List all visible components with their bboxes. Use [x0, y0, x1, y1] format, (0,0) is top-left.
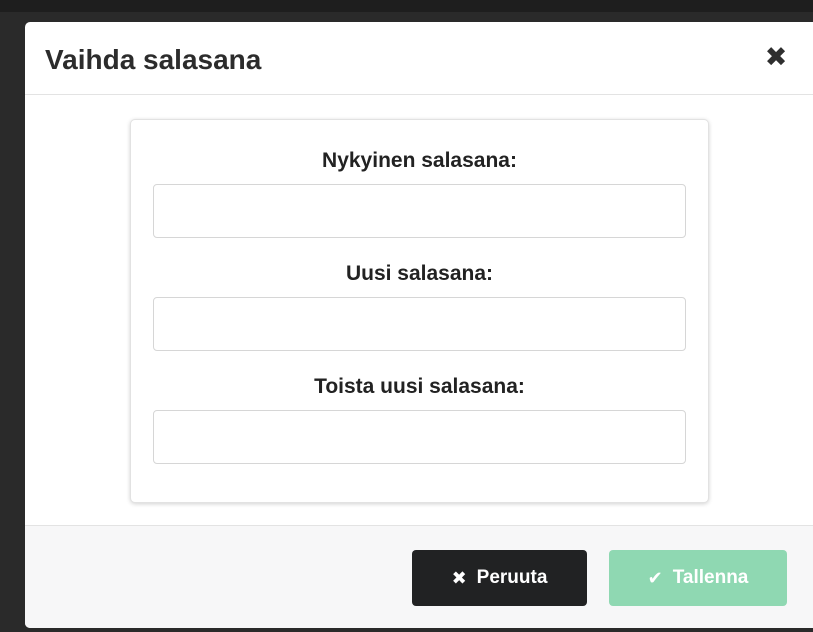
repeat-password-input[interactable] [153, 410, 686, 464]
modal-body: Nykyinen salasana: Uusi salasana: Toista… [25, 95, 813, 525]
new-password-label: Uusi salasana: [345, 262, 494, 285]
current-password-input[interactable] [153, 184, 686, 238]
modal-title: Vaihda salasana [45, 44, 262, 75]
modal-header: Vaihda salasana ✖ [25, 22, 813, 95]
close-button[interactable]: ✖ [761, 42, 791, 74]
cancel-button-label: Peruuta [476, 567, 548, 588]
change-password-modal: Vaihda salasana ✖ Nykyinen salasana: Uus… [25, 22, 813, 628]
save-button-label: Tallenna [672, 567, 749, 588]
modal-footer: ✖ Peruuta ✔ Tallenna [25, 525, 813, 628]
close-icon: ✖ [764, 42, 788, 73]
current-password-label: Nykyinen salasana: [322, 149, 517, 172]
cancel-button[interactable]: ✖ Peruuta [412, 550, 587, 606]
times-icon: ✖ [451, 567, 467, 589]
backdrop-top-bar [0, 0, 813, 12]
new-password-input[interactable] [153, 297, 686, 351]
password-form: Nykyinen salasana: Uusi salasana: Toista… [130, 119, 709, 503]
save-button[interactable]: ✔ Tallenna [609, 550, 787, 606]
check-icon: ✔ [647, 567, 663, 589]
repeat-password-label: Toista uusi salasana: [314, 375, 525, 398]
